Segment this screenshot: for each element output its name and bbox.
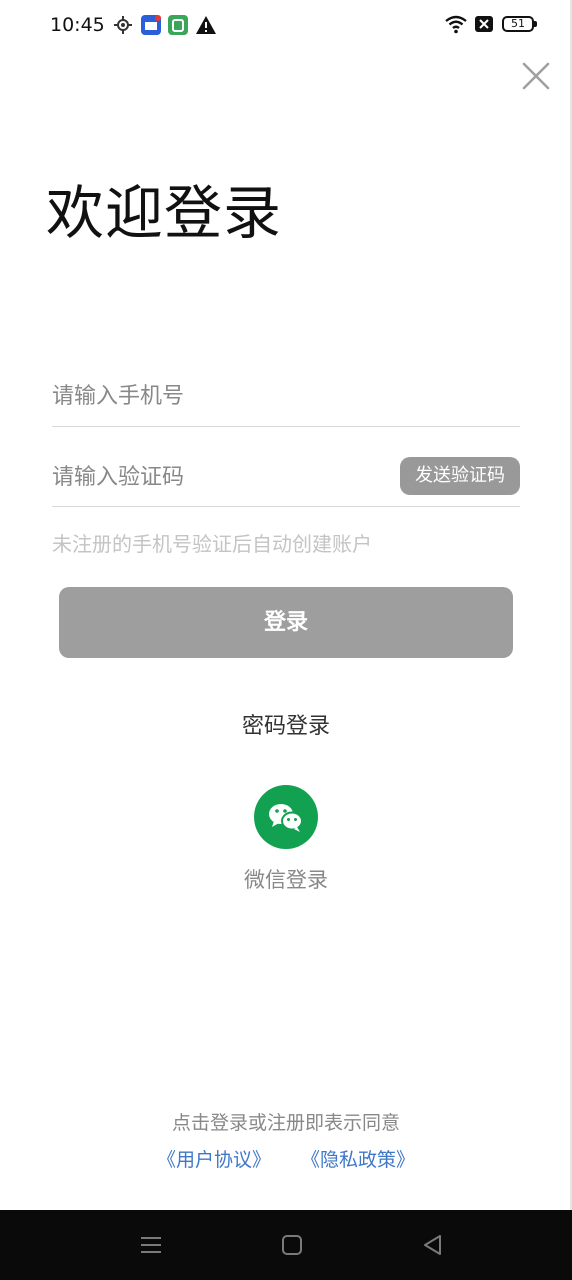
home-icon[interactable] bbox=[279, 1232, 305, 1258]
close-icon[interactable] bbox=[518, 58, 554, 94]
agreement-links: 《用户协议》 《隐私政策》 bbox=[0, 1145, 572, 1172]
back-icon[interactable] bbox=[420, 1232, 446, 1258]
wechat-icon bbox=[269, 804, 303, 832]
send-code-button[interactable]: 发送验证码 bbox=[400, 457, 520, 495]
phone-field bbox=[52, 366, 520, 427]
system-nav-bar bbox=[0, 1210, 572, 1280]
wechat-login-button[interactable] bbox=[254, 785, 318, 849]
warning-icon bbox=[196, 16, 216, 34]
status-bar: 10:45 51 bbox=[0, 0, 572, 52]
privacy-policy-link[interactable]: 《隐私政策》 bbox=[301, 1149, 415, 1171]
login-button[interactable]: 登录 bbox=[59, 587, 513, 658]
page-title: 欢迎登录 bbox=[46, 179, 283, 247]
app-store-icon bbox=[168, 15, 188, 35]
code-field: 发送验证码 bbox=[52, 448, 520, 507]
app-notification-icon bbox=[141, 15, 161, 35]
wifi-icon bbox=[445, 15, 467, 34]
location-icon bbox=[114, 16, 132, 34]
registration-hint: 未注册的手机号验证后自动创建账户 bbox=[52, 532, 372, 556]
no-sim-icon bbox=[475, 16, 493, 32]
password-login-link[interactable]: 密码登录 bbox=[0, 708, 572, 740]
phone-input[interactable] bbox=[52, 366, 382, 426]
user-agreement-link[interactable]: 《用户协议》 bbox=[157, 1149, 271, 1171]
wechat-login-label: 微信登录 bbox=[244, 868, 328, 892]
battery-icon: 51 bbox=[502, 16, 537, 32]
status-time: 10:45 bbox=[50, 14, 105, 36]
menu-icon[interactable] bbox=[138, 1232, 164, 1258]
code-input[interactable] bbox=[52, 448, 382, 506]
agreement-text: 点击登录或注册即表示同意 bbox=[171, 1112, 400, 1134]
